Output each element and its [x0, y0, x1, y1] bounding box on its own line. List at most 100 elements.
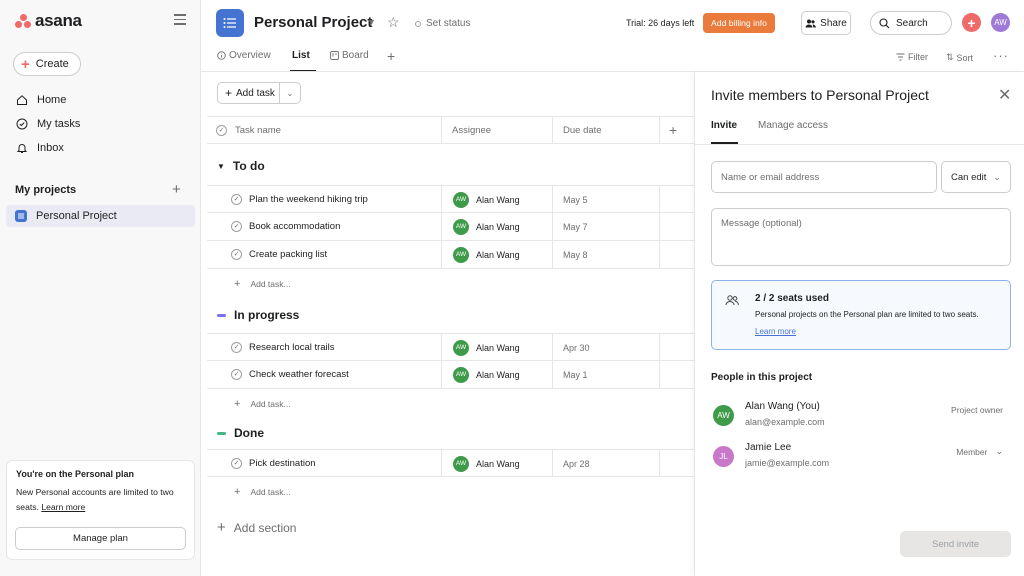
email-field[interactable]: Name or email address: [711, 161, 937, 193]
create-label: Create: [35, 58, 69, 70]
role-label: Member: [956, 446, 988, 457]
quick-add-button[interactable]: +: [962, 13, 981, 32]
sidebar-toggle-icon[interactable]: [174, 14, 186, 25]
learn-more-link[interactable]: Learn more: [41, 502, 85, 512]
assignee-cell[interactable]: AW Alan Wang: [453, 213, 520, 240]
plan-title: You're on the Personal plan: [16, 469, 134, 479]
member-role: Project owner: [951, 405, 1003, 415]
due-date-cell[interactable]: May 5: [563, 186, 588, 213]
add-project-icon[interactable]: +: [172, 181, 181, 198]
col-task-name[interactable]: ✓ Task name: [216, 117, 281, 143]
assignee-name: Alan Wang: [476, 369, 520, 380]
check-circle-icon[interactable]: ✓: [231, 458, 242, 469]
tab-overview[interactable]: Overview: [217, 50, 271, 61]
message-field[interactable]: Message (optional): [711, 208, 1011, 266]
set-status-button[interactable]: Set status: [415, 18, 470, 29]
panel-title: Invite members to Personal Project: [711, 87, 929, 103]
sort-button[interactable]: ⇅ Sort: [946, 52, 973, 63]
member-role-select[interactable]: Member ⌄: [956, 446, 1003, 457]
task-name-cell[interactable]: ✓ Create packing list: [231, 241, 327, 268]
assignee-cell[interactable]: AW Alan Wang: [453, 241, 520, 268]
bell-icon: [15, 141, 28, 154]
section-done[interactable]: Done: [217, 426, 264, 440]
close-icon[interactable]: ✕: [998, 85, 1011, 105]
asana-logo[interactable]: asana: [15, 11, 82, 31]
assignee-cell[interactable]: AW Alan Wang: [453, 334, 520, 361]
assignee-cell[interactable]: AW Alan Wang: [453, 450, 520, 477]
sidebar-item-personal-project[interactable]: Personal Project: [6, 205, 195, 227]
tab-board[interactable]: Board: [330, 50, 369, 61]
avatar: AW: [453, 191, 469, 208]
sidebar-item-home[interactable]: Home: [15, 93, 66, 106]
add-task-inline[interactable]: + Add task...: [234, 278, 291, 290]
section-to-do[interactable]: ▼ To do: [217, 159, 265, 173]
assignee-cell[interactable]: AW Alan Wang: [453, 361, 520, 388]
manage-plan-button[interactable]: Manage plan: [15, 527, 186, 550]
due-date-cell[interactable]: Apr 30: [563, 334, 590, 361]
task-name-cell[interactable]: ✓ Plan the weekend hiking trip: [231, 186, 368, 213]
user-avatar[interactable]: AW: [991, 13, 1010, 32]
assignee-cell[interactable]: AW Alan Wang: [453, 186, 520, 213]
chevron-down-icon[interactable]: ▼: [367, 17, 376, 27]
task-name-cell[interactable]: ✓ Book accommodation: [231, 213, 340, 240]
share-button[interactable]: Share: [801, 11, 851, 35]
search-input[interactable]: Search: [870, 11, 952, 35]
add-billing-button[interactable]: Add billing info: [703, 13, 775, 33]
table-row[interactable]: ✓ Check weather forecast AW Alan Wang May …: [207, 361, 694, 389]
more-options-icon[interactable]: ···: [993, 48, 1009, 63]
table-row[interactable]: ✓ Plan the weekend hiking trip AW Alan Wan…: [207, 185, 694, 213]
add-task-main[interactable]: + Add task: [218, 83, 280, 103]
plus-icon: +: [225, 86, 233, 100]
col-assignee[interactable]: Assignee: [452, 117, 491, 143]
filter-button[interactable]: Filter: [896, 52, 928, 62]
board-icon: [330, 51, 339, 60]
col-due-date[interactable]: Due date: [563, 117, 602, 143]
table-row[interactable]: ✓ Create packing list AW Alan Wang May 8: [207, 241, 694, 269]
learn-more-link[interactable]: Learn more: [755, 327, 796, 336]
col-divider: [552, 117, 553, 143]
check-circle-icon[interactable]: ✓: [231, 249, 242, 260]
chevron-down-icon[interactable]: ⌄: [280, 89, 300, 98]
due-date-cell[interactable]: May 1: [563, 361, 588, 388]
avatar: AW: [453, 339, 469, 356]
table-row[interactable]: ✓ Research local trails AW Alan Wang Apr 3…: [207, 333, 694, 361]
due-date-cell[interactable]: Apr 28: [563, 450, 590, 477]
check-circle-icon[interactable]: ✓: [231, 221, 242, 232]
table-row[interactable]: ✓ Book accommodation AW Alan Wang May 7: [207, 213, 694, 241]
section-title: To do: [232, 159, 265, 173]
tab-list[interactable]: List: [292, 50, 310, 61]
people-heading: People in this project: [711, 372, 813, 383]
add-task-button[interactable]: + Add task ⌄: [217, 82, 301, 104]
permission-select[interactable]: Can edit ⌄: [941, 161, 1011, 193]
task-name-cell[interactable]: ✓ Check weather forecast: [231, 361, 349, 388]
add-section-button[interactable]: + Add section: [217, 519, 296, 536]
add-column-icon[interactable]: +: [669, 117, 677, 143]
due-date-cell[interactable]: May 7: [563, 213, 588, 240]
check-circle-icon[interactable]: ✓: [231, 194, 242, 205]
home-icon: [15, 93, 28, 106]
plus-icon: +: [217, 519, 226, 536]
section-in-progress[interactable]: In progress: [217, 308, 299, 322]
star-icon[interactable]: ☆: [387, 14, 400, 31]
plan-description: New Personal accounts are limited to two…: [16, 487, 174, 512]
check-circle-icon[interactable]: ✓: [231, 369, 242, 380]
send-invite-button[interactable]: Send invite: [900, 531, 1011, 557]
create-button[interactable]: + Create: [13, 52, 81, 76]
tab-manage-access[interactable]: Manage access: [758, 120, 828, 131]
table-row[interactable]: ✓ Pick destination AW Alan Wang Apr 28: [207, 449, 694, 477]
add-task-inline[interactable]: + Add task...: [234, 398, 291, 410]
add-task-inline[interactable]: + Add task...: [234, 486, 291, 498]
due-date-cell[interactable]: May 8: [563, 241, 588, 268]
project-title[interactable]: Personal Project: [254, 14, 372, 31]
plus-icon: +: [234, 398, 241, 410]
task-name-cell[interactable]: ✓ Pick destination: [231, 450, 316, 477]
col-divider: [441, 117, 442, 143]
check-circle-icon[interactable]: ✓: [231, 342, 242, 353]
sidebar-item-my-tasks[interactable]: My tasks: [15, 117, 80, 130]
tab-label: List: [292, 50, 310, 61]
task-name-cell[interactable]: ✓ Research local trails: [231, 334, 335, 361]
avatar: AW: [453, 455, 469, 472]
sidebar-item-inbox[interactable]: Inbox: [15, 141, 64, 154]
add-tab-icon[interactable]: +: [387, 48, 395, 64]
tab-invite[interactable]: Invite: [711, 120, 737, 131]
